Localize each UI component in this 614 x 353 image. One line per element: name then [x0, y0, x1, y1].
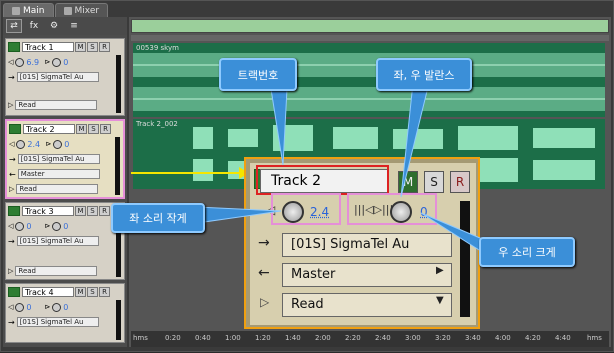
- callout-track-number: 트랙번호: [219, 58, 297, 91]
- callout-balance: 좌, 우 발란스: [376, 58, 472, 91]
- audition-window: Main Mixer ⇄ fx ⚙ ≡ Track 1MSR ◁ 6.9 ⊳ 0 →[…: [0, 0, 614, 352]
- callout-left-low: 좌 소리 작게: [111, 203, 205, 233]
- callout-right-loud: 우 소리 크게: [479, 237, 575, 267]
- callout-pointers: [1, 1, 614, 353]
